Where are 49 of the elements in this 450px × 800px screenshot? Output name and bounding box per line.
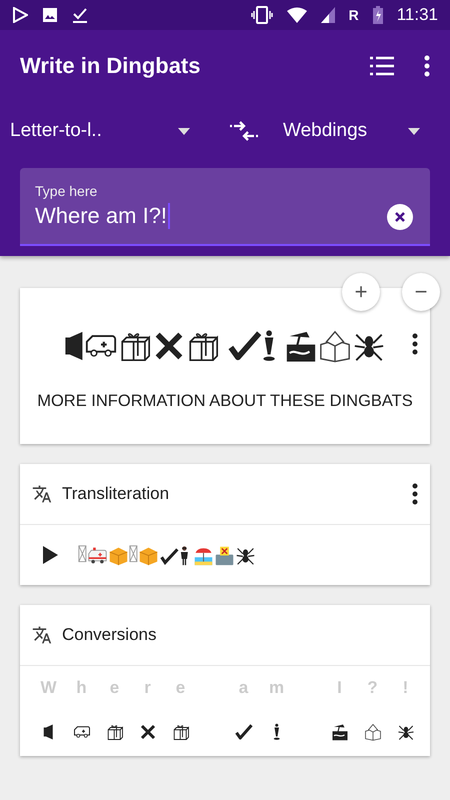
spider-icon <box>396 723 414 741</box>
ballot-box-icon <box>364 723 382 741</box>
gift-icon <box>106 723 124 741</box>
vibrate-icon <box>250 6 273 24</box>
figure-icon <box>272 723 280 741</box>
speaker-icon <box>43 723 54 741</box>
font-dropdown[interactable]: Webdings <box>283 120 440 142</box>
translate-icon <box>32 484 52 504</box>
zoom-in-button[interactable]: + <box>342 273 380 311</box>
image-icon <box>42 7 58 23</box>
card-title: Transliteration <box>62 484 170 504</box>
mode-dropdown[interactable]: Letter-to-l.. <box>10 120 210 142</box>
clear-icon[interactable] <box>387 204 413 230</box>
list-icon[interactable] <box>370 56 394 76</box>
speaker-icon <box>64 329 84 363</box>
zoom-out-button[interactable]: − <box>402 273 440 311</box>
figure-icon <box>262 329 276 363</box>
more-info-link[interactable]: MORE INFORMATION ABOUT THESE DINGBATS <box>20 392 430 411</box>
cross-icon <box>138 723 156 741</box>
man-in-suit-icon <box>180 544 188 566</box>
ballot-box-icon <box>214 544 236 566</box>
play-icon[interactable] <box>42 546 58 564</box>
more-icon[interactable] <box>424 55 430 77</box>
ballot-box-icon <box>318 329 352 363</box>
source-letter: ? <box>367 677 378 699</box>
clock-time: 11:31 <box>396 5 438 25</box>
wifi-icon <box>286 7 307 23</box>
package-icon <box>138 544 158 566</box>
roaming-indicator: R <box>348 7 359 23</box>
play-store-icon <box>12 7 28 23</box>
checkmark-icon <box>234 723 252 741</box>
text-input-field[interactable]: Type here Where am I?! <box>20 168 430 246</box>
checkmark-icon <box>228 329 262 363</box>
ambulance-icon <box>86 544 108 566</box>
beach-umbrella-icon <box>330 723 348 741</box>
dropdown-arrow-icon <box>178 128 190 134</box>
card-title: Conversions <box>62 625 158 645</box>
download-done-icon <box>72 6 88 24</box>
translate-icon <box>32 625 52 645</box>
battery-charging-icon <box>372 6 383 24</box>
swap-icon[interactable] <box>230 121 258 141</box>
signal-icon <box>320 7 335 23</box>
source-letter: ! <box>402 677 408 699</box>
dropdown-arrow-icon <box>408 128 420 134</box>
gift-icon <box>172 723 190 741</box>
package-icon <box>108 544 129 566</box>
more-icon[interactable] <box>412 483 418 505</box>
more-icon[interactable] <box>412 333 418 355</box>
app-title: Write in Dingbats <box>20 53 202 79</box>
